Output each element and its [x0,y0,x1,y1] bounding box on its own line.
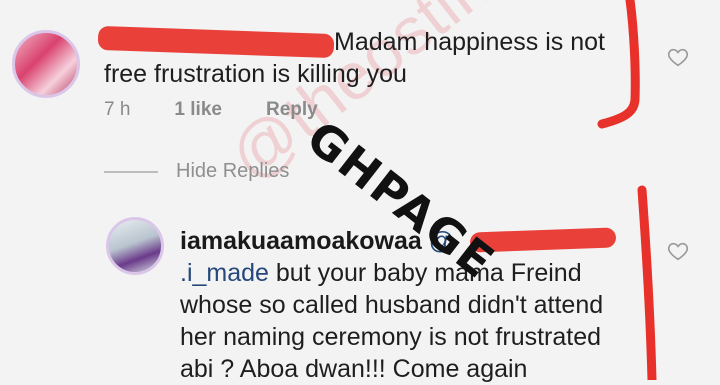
red-highlight-mark [597,0,640,129]
comment-likes[interactable]: 1 like [174,99,222,121]
red-highlight-mark [637,185,657,380]
hide-replies-toggle[interactable]: Hide Replies [104,160,289,183]
comment-time: 7 h [104,99,131,120]
hide-replies-label: Hide Replies [176,160,290,182]
heart-outline-icon[interactable] [667,46,689,68]
heart-outline-icon[interactable] [667,240,689,262]
divider-line [104,170,158,173]
reply-button[interactable]: Reply [266,99,318,121]
reply-username[interactable]: iamakuaamoakowaa [180,227,422,255]
replier-avatar[interactable] [106,217,164,275]
comment-meta: 7 h 1 like Reply [104,99,318,121]
commenter-avatar[interactable] [12,30,80,98]
reply-mention-tail[interactable]: .i_made [180,259,269,287]
